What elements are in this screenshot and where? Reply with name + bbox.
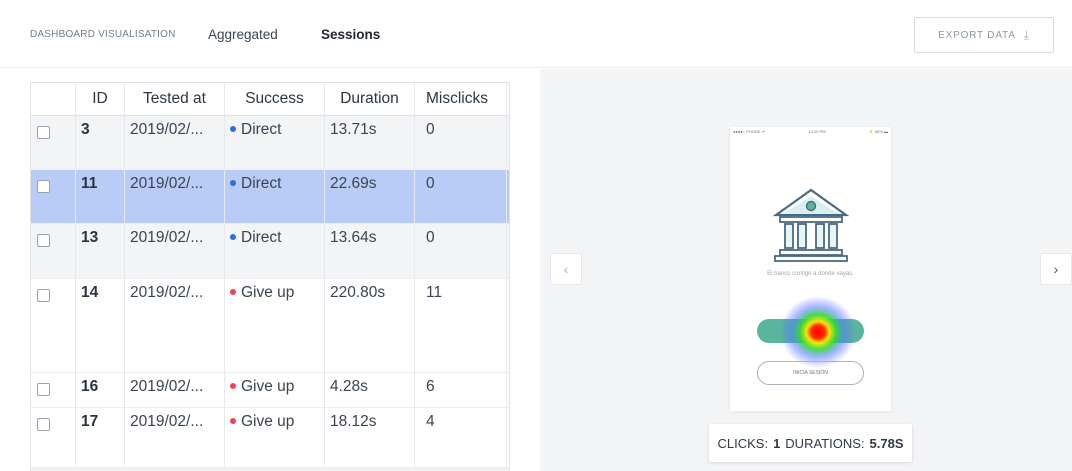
row-id: 14 xyxy=(76,279,125,372)
export-data-label: EXPORT DATA xyxy=(938,29,1016,41)
download-icon: ⤓ xyxy=(1023,27,1030,42)
status-dot xyxy=(230,417,236,424)
header-select-cell xyxy=(31,83,76,115)
row-success: Give up xyxy=(225,408,325,467)
row-checkbox[interactable] xyxy=(37,126,50,139)
row-tested-at: 2019/02/... xyxy=(125,408,225,467)
status-time: 13:25 PM xyxy=(808,129,826,134)
row-misclicks: 0 xyxy=(415,170,507,223)
clicks-label: CLICKS: xyxy=(717,435,769,451)
status-dot xyxy=(230,382,236,389)
table-row-selected[interactable]: 11 2019/02/... Direct 22.69s 0 xyxy=(31,170,509,224)
clicks-value: 1 xyxy=(773,435,781,451)
table-header: ID Tested at Success Duration Misclicks xyxy=(31,83,509,116)
row-checkbox[interactable] xyxy=(37,234,50,247)
phone-status-bar: ●●●●○ PHONE ᯤ 13:25 PM ⚡ 58% ▬ xyxy=(733,129,888,135)
row-duration: 220.80s xyxy=(325,279,415,372)
tagline-text: El banco contigo a donde vayas. xyxy=(767,271,854,277)
status-dot xyxy=(230,233,236,240)
table-row[interactable]: 3 2019/02/... Direct 13.71s 0 xyxy=(31,116,509,170)
row-select-cell xyxy=(31,408,76,467)
row-success: Direct xyxy=(225,224,325,278)
click-heatmap xyxy=(780,296,856,368)
row-checkbox[interactable] xyxy=(37,180,50,193)
row-id: 16 xyxy=(76,373,125,407)
row-tested-at: 2019/02/... xyxy=(125,373,225,407)
row-misclicks: 11 xyxy=(415,279,507,372)
status-dot xyxy=(230,125,236,132)
row-tested-at: 2019/02/... xyxy=(125,224,225,278)
chevron-right-icon: › xyxy=(1053,261,1059,277)
row-id: 3 xyxy=(76,116,125,169)
row-duration: 18.12s xyxy=(325,408,415,467)
sessions-panel: ID Tested at Success Duration Misclicks … xyxy=(0,69,540,471)
row-misclicks: 4 xyxy=(415,408,507,467)
row-tested-at: 2019/02/... xyxy=(125,279,225,372)
sessions-table: ID Tested at Success Duration Misclicks … xyxy=(30,82,510,471)
durations-label: DURATIONS: xyxy=(785,435,865,451)
bank-icon xyxy=(772,188,850,262)
status-dot xyxy=(230,288,236,295)
row-checkbox[interactable] xyxy=(37,289,50,302)
row-duration: 13.71s xyxy=(325,116,415,169)
table-row[interactable]: 16 2019/02/... Give up 4.28s 6 xyxy=(31,373,509,408)
row-duration: 13.64s xyxy=(325,224,415,278)
row-select-cell xyxy=(31,116,76,169)
row-success: Give up xyxy=(225,279,325,372)
row-misclicks: 6 xyxy=(415,373,507,407)
row-select-cell xyxy=(31,279,76,372)
durations-value: 5.78S xyxy=(869,435,904,451)
status-battery: ⚡ 58% ▬ xyxy=(868,129,888,134)
next-screen-button[interactable]: › xyxy=(1040,253,1072,285)
row-duration: 4.28s xyxy=(325,373,415,407)
table-row[interactable]: 14 2019/02/... Give up 220.80s 11 xyxy=(31,279,509,373)
row-select-cell xyxy=(31,170,76,223)
previous-screen-button[interactable]: ‹ xyxy=(550,253,582,285)
status-carrier: ●●●●○ PHONE ᯤ xyxy=(733,129,766,134)
row-duration: 22.69s xyxy=(325,170,415,223)
column-header-id[interactable]: ID xyxy=(76,83,125,115)
row-success-label: Give up xyxy=(241,284,295,301)
row-id: 13 xyxy=(76,224,125,278)
click-stats-tooltip: CLICKS: 1 DURATIONS: 5.78S xyxy=(709,424,912,462)
row-select-cell xyxy=(31,373,76,407)
export-data-button[interactable]: EXPORT DATA ⤓ xyxy=(914,17,1054,53)
row-tested-at: 2019/02/... xyxy=(125,116,225,169)
row-success: Give up xyxy=(225,373,325,407)
row-success-label: Direct xyxy=(241,175,282,192)
row-misclicks: 0 xyxy=(415,116,507,169)
chevron-left-icon: ‹ xyxy=(563,261,569,277)
row-success: Direct xyxy=(225,116,325,169)
column-header-tested-at[interactable]: Tested at xyxy=(125,83,225,115)
tab-aggregated[interactable]: Aggregated xyxy=(208,27,278,42)
session-preview-panel: ‹ › ●●●●○ PHONE ᯤ 13:25 PM ⚡ 58% ▬ El ba… xyxy=(540,69,1072,471)
row-tested-at: 2019/02/... xyxy=(125,170,225,223)
row-success-label: Direct xyxy=(241,229,282,246)
column-header-misclicks[interactable]: Misclicks xyxy=(415,83,507,115)
column-header-duration[interactable]: Duration xyxy=(325,83,415,115)
row-success-label: Give up xyxy=(241,413,295,430)
top-bar: DASHBOARD VISUALISATION Aggregated Sessi… xyxy=(0,0,1072,68)
status-dot xyxy=(230,179,236,186)
row-success-label: Direct xyxy=(241,121,282,138)
row-misclicks: 0 xyxy=(415,224,507,278)
row-success: Direct xyxy=(225,170,325,223)
row-select-cell xyxy=(31,224,76,278)
row-success-label: Give up xyxy=(241,378,295,395)
screen-preview: ●●●●○ PHONE ᯤ 13:25 PM ⚡ 58% ▬ El banco … xyxy=(730,127,891,411)
row-id: 11 xyxy=(76,170,125,223)
row-checkbox[interactable] xyxy=(37,383,50,396)
column-header-success[interactable]: Success xyxy=(225,83,325,115)
login-button[interactable]: INICIA SESIÓN xyxy=(757,361,864,385)
breadcrumb[interactable]: DASHBOARD VISUALISATION xyxy=(30,29,176,40)
tab-sessions[interactable]: Sessions xyxy=(321,27,380,42)
row-id: 17 xyxy=(76,408,125,467)
table-row[interactable]: 17 2019/02/... Give up 18.12s 4 xyxy=(31,408,509,468)
row-checkbox[interactable] xyxy=(37,418,50,431)
table-row[interactable]: 13 2019/02/... Direct 13.64s 0 xyxy=(31,224,509,279)
